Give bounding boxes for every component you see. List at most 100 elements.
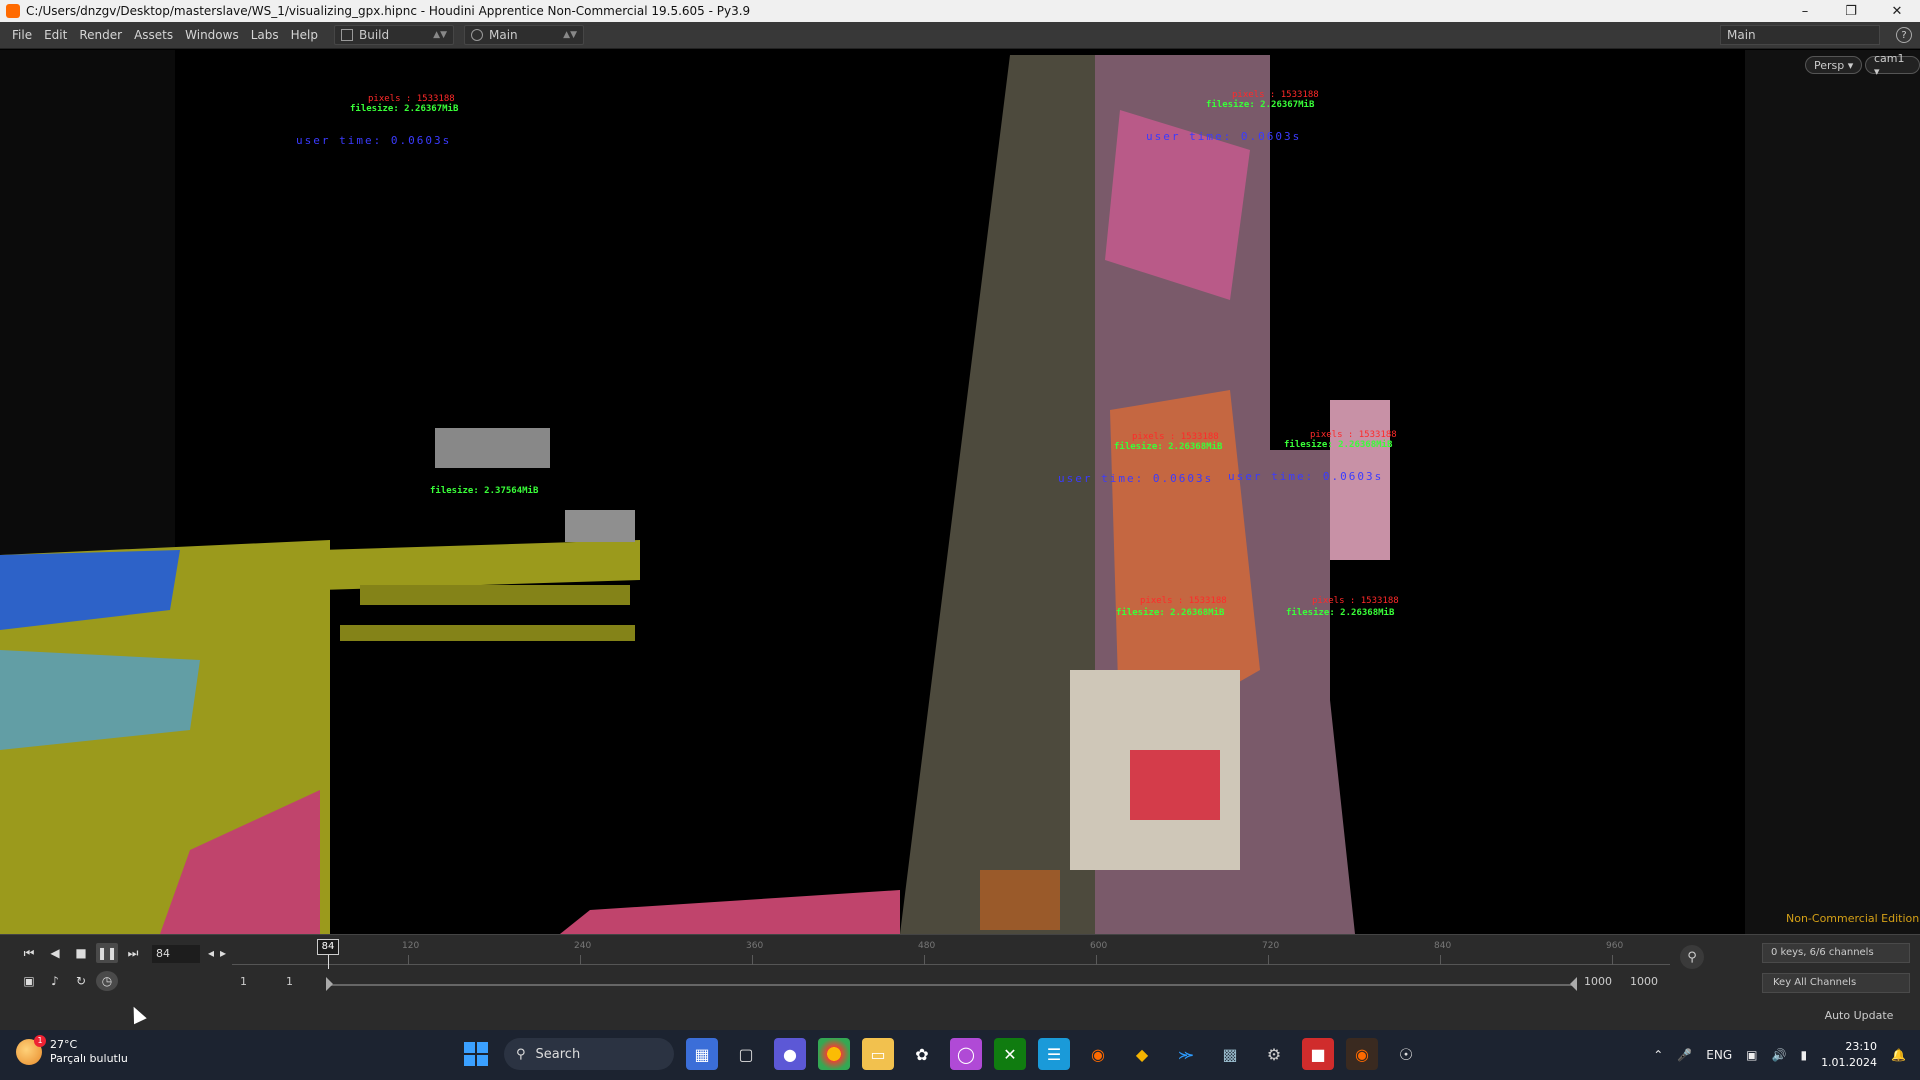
system-tray: ⌃ 🎤 ENG ▣ 🔊 ▮ 23:10 1.01.2024 🔔: [1653, 1030, 1906, 1080]
hud-user-time: user time: 0.0603s: [296, 134, 452, 147]
hud-pixels: pixels : 1533188: [1310, 430, 1397, 440]
desktop-main-selector[interactable]: Main ▲▼: [464, 25, 584, 45]
viewport-geometry: [0, 55, 1390, 934]
settings-gear-icon[interactable]: ⚙: [1258, 1038, 1290, 1070]
widgets-icon[interactable]: ▦: [686, 1038, 718, 1070]
menu-help[interactable]: Help: [285, 28, 324, 42]
desktop-build-selector[interactable]: Build ▲▼: [334, 25, 454, 45]
houdini-launcher-icon[interactable]: ◉: [1082, 1038, 1114, 1070]
menu-edit[interactable]: Edit: [38, 28, 73, 42]
scene-viewport[interactable]: pixels : 1533188 filesize: 2.26367MiB us…: [0, 50, 1745, 934]
help-icon[interactable]: ?: [1896, 27, 1912, 43]
blender-icon[interactable]: ☉: [1390, 1038, 1422, 1070]
maximize-button[interactable]: ❐: [1828, 0, 1874, 22]
range-start-field[interactable]: 1: [240, 975, 247, 988]
menu-file[interactable]: File: [6, 28, 38, 42]
hud-pixels: pixels : 1533188: [1232, 90, 1319, 100]
chevron-up-icon[interactable]: ⌃: [1653, 1048, 1663, 1062]
pdf-reader-icon[interactable]: ■: [1302, 1038, 1334, 1070]
camera-persp-menu[interactable]: Persp ▾: [1805, 56, 1863, 74]
hud-filesize: filesize: 2.26368MiB: [1284, 440, 1393, 450]
key-icon[interactable]: ⚲: [1680, 945, 1704, 969]
desktop-build-label: Build: [359, 28, 390, 42]
notepad-icon[interactable]: ☰: [1038, 1038, 1070, 1070]
ruler-label: 120: [402, 941, 420, 951]
range-end-field[interactable]: 1000: [1630, 975, 1658, 988]
play-reverse-button[interactable]: ◀: [44, 943, 66, 963]
realtime-toggle-icon[interactable]: ▣: [18, 971, 40, 991]
photo-plane-left: [900, 55, 1095, 934]
menu-bar: File Edit Render Assets Windows Labs Hel…: [0, 22, 1920, 49]
menu-windows[interactable]: Windows: [179, 28, 245, 42]
ruler-label: 480: [918, 941, 936, 951]
range-end-handle[interactable]: [1570, 977, 1577, 991]
teams-chat-icon[interactable]: ●: [774, 1038, 806, 1070]
hud-pixels: pixels : 1533188: [1132, 432, 1219, 442]
weather-description: Parçalı bulutlu: [50, 1052, 128, 1065]
notification-bell-icon[interactable]: 🔔: [1891, 1048, 1906, 1062]
range-start-handle[interactable]: [326, 977, 333, 991]
hud-filesize: filesize: 2.37564MiB: [430, 486, 539, 496]
audio-icon[interactable]: ♪: [44, 971, 66, 991]
next-frame-button[interactable]: ▸: [216, 943, 230, 963]
range-slider[interactable]: [326, 984, 1576, 986]
target-icon: [471, 29, 483, 41]
clock-time: 23:10: [1845, 1040, 1878, 1053]
timeline-ruler[interactable]: 120 240 360 480 600 720 840 960 84: [232, 939, 1670, 971]
pause-button[interactable]: ❚❚: [96, 943, 118, 963]
hud-user-time: user time: 0.0603s: [1146, 130, 1302, 143]
xbox-icon[interactable]: ✕: [994, 1038, 1026, 1070]
git-icon[interactable]: ◆: [1126, 1038, 1158, 1070]
key-all-channels-button[interactable]: Key All Channels: [1762, 973, 1910, 993]
keys-channels-menu[interactable]: 0 keys, 6/6 channels: [1762, 943, 1910, 963]
file-explorer-icon[interactable]: ▭: [862, 1038, 894, 1070]
range-playback-start-field[interactable]: 1: [286, 975, 293, 988]
instagram-icon[interactable]: ◯: [950, 1038, 982, 1070]
windows-start-icon[interactable]: [460, 1038, 492, 1070]
language-indicator[interactable]: ENG: [1706, 1048, 1732, 1062]
ruler-label: 240: [574, 941, 592, 951]
task-view-icon[interactable]: ▢: [730, 1038, 762, 1070]
building-image: [565, 510, 635, 542]
ruler-tick: [924, 955, 925, 965]
camera-cam1-menu[interactable]: cam1 ▾: [1865, 52, 1920, 78]
minimize-button[interactable]: –: [1782, 0, 1828, 22]
terrain-row: [340, 625, 635, 641]
loop-icon[interactable]: ↻: [70, 971, 92, 991]
network-icon[interactable]: ▣: [1746, 1048, 1757, 1062]
system-clock[interactable]: 23:10 1.01.2024: [1821, 1039, 1877, 1071]
weather-widget[interactable]: 1 27°C Parçalı bulutlu: [16, 1035, 128, 1066]
right-desktop-label: Main: [1727, 28, 1756, 42]
current-frame-field[interactable]: 84: [152, 945, 200, 963]
menu-assets[interactable]: Assets: [128, 28, 179, 42]
range-playback-end-field[interactable]: 1000: [1584, 975, 1612, 988]
menu-render[interactable]: Render: [73, 28, 128, 42]
hud-filesize: filesize: 2.26368MiB: [1114, 442, 1223, 452]
inkscape-icon[interactable]: ✿: [906, 1038, 938, 1070]
stop-button[interactable]: ■: [70, 943, 92, 963]
ruler-tick: [752, 955, 753, 965]
jump-start-button[interactable]: ⏮: [18, 943, 40, 963]
houdini-taskbar-icon[interactable]: ◉: [1346, 1038, 1378, 1070]
realtime-clock-icon[interactable]: ◷: [96, 971, 118, 991]
monitor-icon[interactable]: ▩: [1214, 1038, 1246, 1070]
auto-update-menu[interactable]: Auto Update: [1806, 1005, 1912, 1025]
jump-end-button[interactable]: ⏭: [122, 943, 144, 963]
playhead-frame-marker[interactable]: 84: [317, 939, 339, 955]
chrome-icon[interactable]: [818, 1038, 850, 1070]
close-button[interactable]: ✕: [1874, 0, 1920, 22]
battery-icon[interactable]: ▮: [1800, 1048, 1807, 1062]
taskbar-search[interactable]: ⚲ Search: [504, 1038, 674, 1070]
weather-icon: 1: [16, 1035, 46, 1065]
hud-filesize: filesize: 2.26368MiB: [1286, 608, 1395, 618]
volume-icon[interactable]: 🔊: [1772, 1048, 1787, 1062]
hud-user-time: user time: 0.0603s: [1058, 472, 1214, 485]
right-desktop-selector[interactable]: Main: [1720, 25, 1880, 45]
microphone-icon[interactable]: 🎤: [1677, 1048, 1692, 1062]
window-title: C:/Users/dnzgv/Desktop/masterslave/WS_1/…: [26, 4, 751, 18]
hud-filesize: filesize: 2.26367MiB: [1206, 100, 1315, 110]
hud-pixels: pixels : 1533188: [368, 94, 455, 104]
menu-labs[interactable]: Labs: [245, 28, 285, 42]
vscode-icon[interactable]: ⪼: [1170, 1038, 1202, 1070]
photo-flowers: [1130, 750, 1220, 820]
